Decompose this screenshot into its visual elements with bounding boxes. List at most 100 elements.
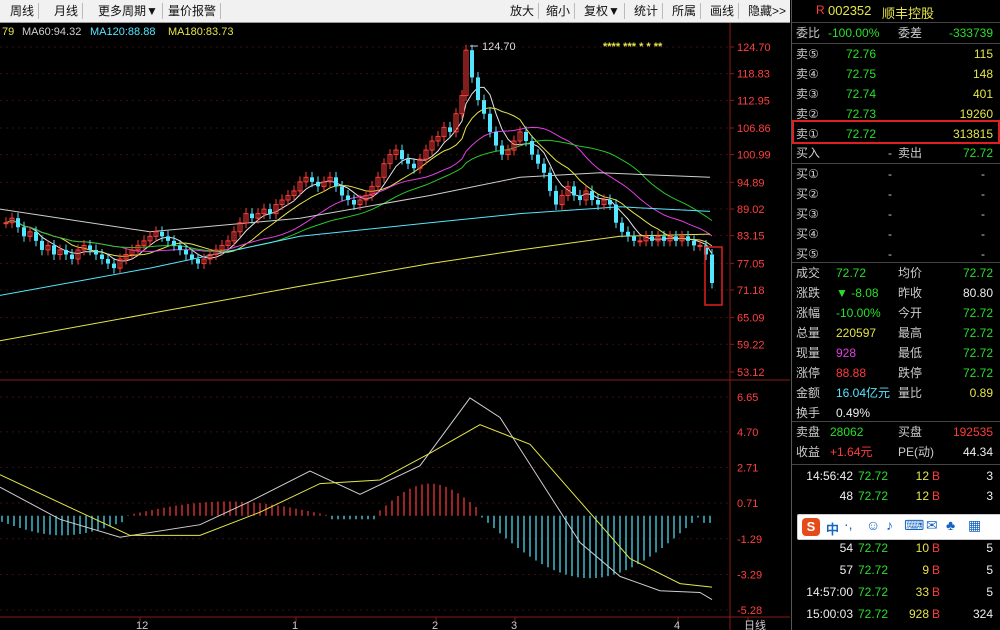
bid-volume: - bbox=[981, 207, 985, 221]
bid-price: - bbox=[888, 207, 892, 221]
zoom-in-button[interactable]: 放大 bbox=[506, 3, 540, 19]
ask-label: 卖③ bbox=[796, 87, 819, 101]
bid-label: 买① bbox=[796, 167, 819, 181]
macd-dif-line bbox=[0, 397, 713, 601]
stat-value: 72.72 bbox=[962, 266, 993, 280]
candle-down bbox=[674, 236, 678, 241]
stat-label: 今开 bbox=[898, 306, 923, 320]
macd-dea-line bbox=[0, 424, 713, 588]
stat-label: 均价 bbox=[898, 266, 923, 280]
stat-row: 涨跌 ▼ -8.08 昨收 80.80 bbox=[792, 283, 1000, 303]
pan-label: PE(动) bbox=[898, 445, 935, 459]
stat-label: 昨收 bbox=[898, 286, 923, 300]
bag-icon[interactable]: ✉ bbox=[926, 517, 938, 534]
long-ma-line bbox=[0, 233, 711, 342]
keyboard-icon[interactable]: ⌨ bbox=[904, 517, 924, 534]
date-tick-label: 1 bbox=[292, 620, 298, 630]
price-tick-label: 71.18 bbox=[737, 285, 765, 297]
pan-label: 买盘 bbox=[898, 425, 923, 439]
price-tick-label: 124.70 bbox=[737, 42, 771, 54]
candle-down bbox=[52, 245, 56, 255]
price-tick-label: 83.15 bbox=[737, 231, 765, 243]
tick-time: 14:57:00 bbox=[806, 585, 853, 599]
adjust-dropdown[interactable]: 复权▼ bbox=[580, 3, 625, 19]
tick-direction: B bbox=[932, 469, 941, 483]
stat-label: 换手 bbox=[796, 406, 821, 420]
ma-legend: 79 MA60:94.32 MA120:88.88 MA180:83.73 bbox=[2, 26, 233, 38]
tick-direction: B bbox=[932, 585, 941, 599]
candle-down bbox=[686, 236, 690, 241]
sector-button[interactable]: 所属 bbox=[668, 3, 702, 19]
microphone-icon[interactable]: ♪ bbox=[886, 517, 893, 533]
sogou-logo-icon[interactable]: S bbox=[802, 518, 820, 536]
candle-down bbox=[494, 131, 498, 146]
ime-chinese-mode[interactable]: 中 bbox=[826, 519, 839, 538]
zoom-out-button[interactable]: 缩小 bbox=[542, 3, 576, 19]
monthly-button[interactable]: 月线 bbox=[50, 3, 84, 19]
bid-price: - bbox=[888, 167, 892, 181]
candle-down bbox=[340, 186, 344, 196]
shirt-icon[interactable]: ♣ bbox=[946, 517, 955, 533]
peak-price-label: 124.70 bbox=[482, 41, 516, 53]
order-ratio-label: 委比 bbox=[796, 26, 821, 40]
grid-menu-icon[interactable]: ▦ bbox=[968, 517, 981, 534]
hide-panel-button[interactable]: 隐藏>> bbox=[744, 3, 790, 19]
macd-tick-label: 0.71 bbox=[737, 498, 758, 510]
tick-volume: 12 bbox=[915, 489, 929, 503]
candle-down bbox=[40, 240, 44, 250]
stat-value: -10.00% bbox=[836, 306, 881, 320]
price-tick-label: 118.83 bbox=[737, 69, 770, 81]
stat-label: 现量 bbox=[796, 346, 821, 360]
tick-time: 14:56:42 bbox=[806, 469, 853, 483]
ime-toolbar[interactable]: S 中 ·, ☺ ♪ ⌨ ✉ ♣ ▦ bbox=[797, 514, 1000, 540]
candle-down bbox=[626, 231, 630, 237]
kline-chart[interactable]: 124.70118.83112.95106.86100.9994.8989.02… bbox=[0, 23, 790, 630]
chart-toolbar: 周线 月线 更多周期▼ 量价报警 放大 缩小 复权▼ 统计 所属 画线 隐藏>> bbox=[0, 0, 790, 23]
bid-row: 买④ - - bbox=[792, 224, 1000, 244]
stat-label: 涨停 bbox=[796, 366, 821, 380]
stars-marker: **** *** * * ** bbox=[603, 41, 663, 53]
price-alert-button[interactable]: 量价报警 bbox=[164, 3, 222, 19]
candle-down bbox=[190, 254, 194, 260]
tick-row: 14:56:42 72.72 12 B 3 bbox=[792, 466, 1000, 486]
stat-value: 928 bbox=[836, 346, 857, 360]
candle-down bbox=[632, 236, 636, 241]
stat-label: 总量 bbox=[796, 326, 821, 340]
draw-line-button[interactable]: 画线 bbox=[706, 3, 740, 19]
candle-down bbox=[334, 177, 338, 187]
ask-row: 卖④ 72.75 148 bbox=[792, 64, 1000, 84]
candle-down bbox=[352, 200, 356, 205]
stat-row: 金额 16.04亿元 量比 0.89 bbox=[792, 383, 1000, 403]
stat-value: 72.72 bbox=[836, 266, 867, 280]
bid-price: - bbox=[888, 227, 892, 241]
candle-down bbox=[500, 145, 504, 155]
more-periods-dropdown[interactable]: 更多周期▼ bbox=[94, 3, 163, 19]
candle-down bbox=[94, 249, 98, 255]
order-diff-value: -333739 bbox=[948, 26, 993, 40]
statistics-button[interactable]: 统计 bbox=[630, 3, 664, 19]
tick-volume: 9 bbox=[922, 563, 929, 577]
bid-price: - bbox=[888, 187, 892, 201]
candle-down bbox=[160, 231, 164, 237]
candle-down bbox=[476, 77, 480, 101]
tick-volume: 33 bbox=[915, 585, 929, 599]
ask-label: 卖④ bbox=[796, 67, 819, 81]
tick-time: 48 bbox=[839, 489, 853, 503]
stat-value: 0.49% bbox=[836, 406, 871, 420]
bid-volume: - bbox=[981, 247, 985, 261]
moving-average-lines bbox=[0, 86, 713, 342]
candle-down bbox=[554, 190, 558, 205]
candle-down bbox=[620, 222, 624, 232]
bid-label: 买③ bbox=[796, 207, 819, 221]
stat-label: 成交 bbox=[796, 266, 821, 280]
stat-value: 16.04亿元 bbox=[836, 386, 891, 400]
weekly-button[interactable]: 周线 bbox=[6, 3, 40, 19]
tick-row: 48 72.72 12 B 3 bbox=[792, 486, 1000, 506]
tick-time: 54 bbox=[839, 541, 853, 555]
tick-price: 72.72 bbox=[858, 585, 889, 599]
ask-price: 72.75 bbox=[846, 67, 877, 81]
candle-down bbox=[310, 177, 314, 182]
stat-label: 涨幅 bbox=[796, 306, 821, 320]
emoji-icon[interactable]: ☺ bbox=[866, 517, 880, 533]
punctuation-icon[interactable]: ·, bbox=[844, 516, 853, 532]
